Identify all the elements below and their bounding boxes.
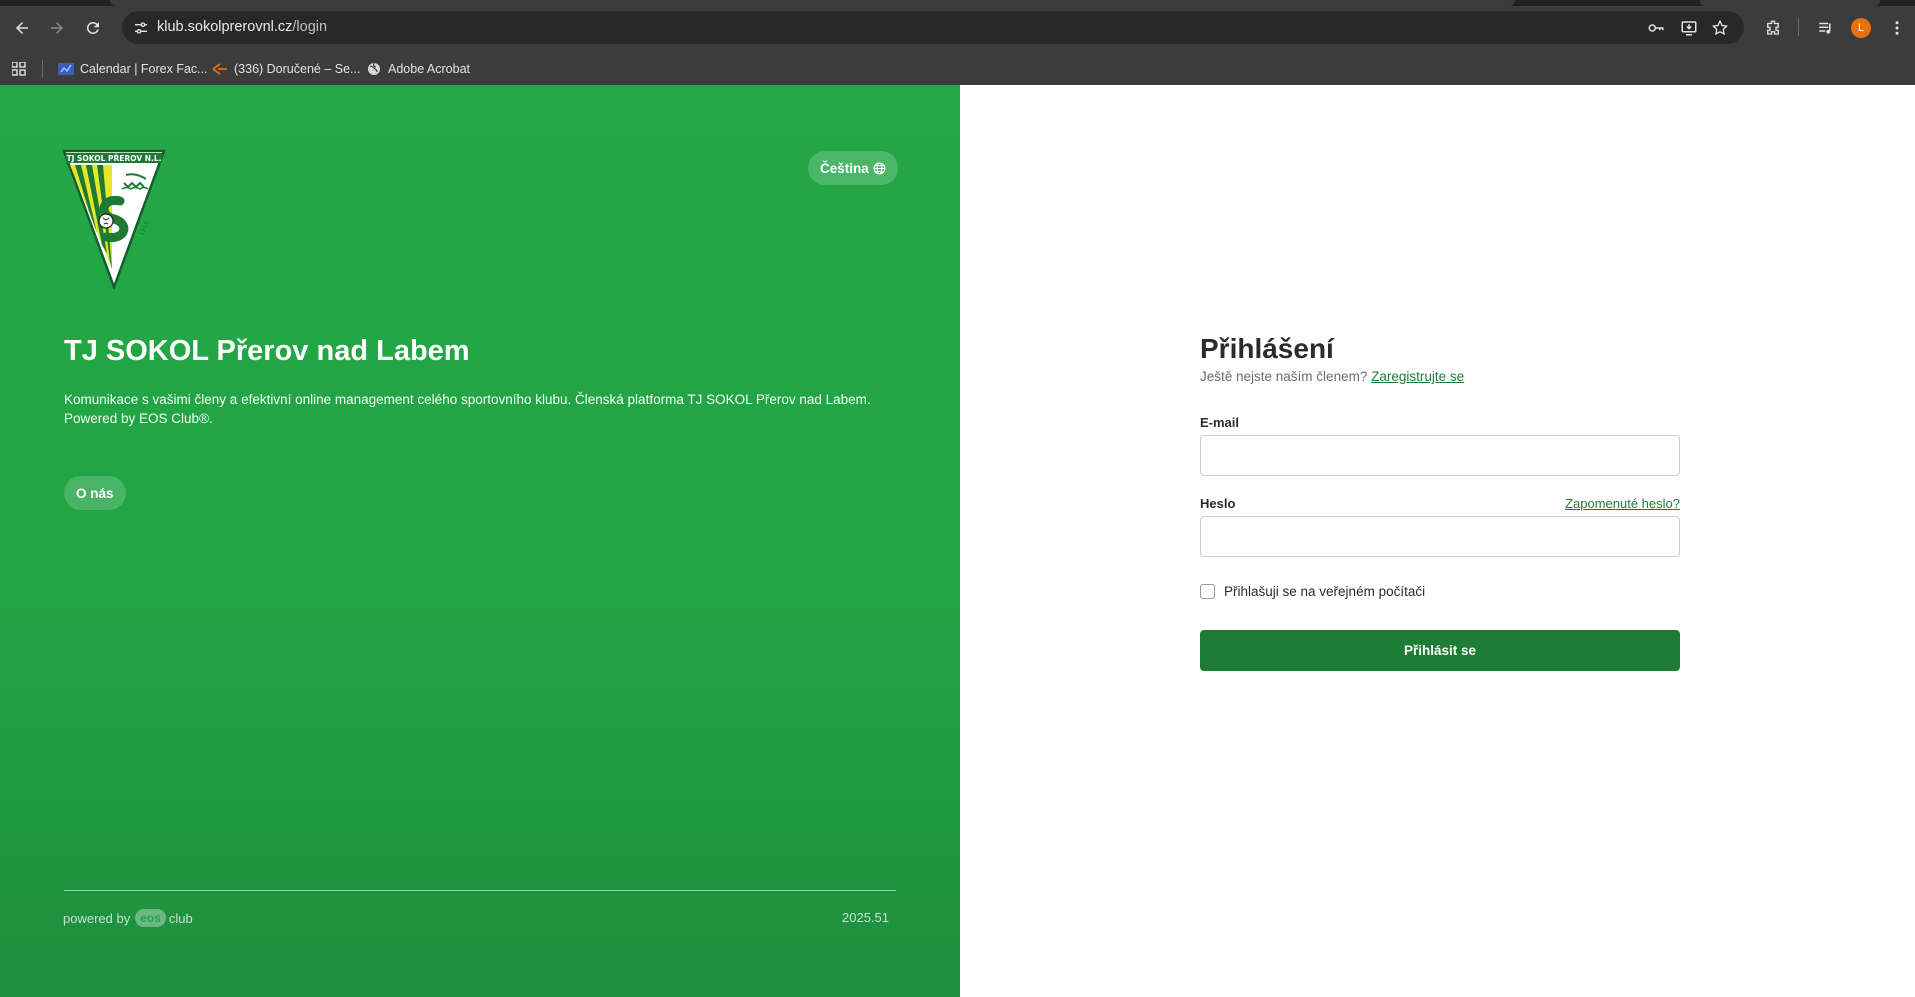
eos-logo: eos	[135, 909, 166, 927]
toolbar-separator	[1798, 18, 1799, 36]
register-prompt: Ještě nejste naším členem? Zaregistrujte…	[1200, 369, 1680, 384]
forgot-password-link[interactable]: Zapomenuté heslo?	[1565, 496, 1680, 511]
password-label-row: Heslo Zapomenuté heslo?	[1200, 496, 1680, 511]
app-version: 2025.51	[842, 910, 889, 925]
footer-divider	[64, 890, 896, 891]
bookmark-mail[interactable]: (336) Doručené – Se...	[212, 59, 360, 79]
club-description: Komunikace s vašimi členy a efektivní on…	[64, 392, 871, 426]
extensions-icon[interactable]	[1762, 17, 1784, 39]
password-label: Heslo	[1200, 496, 1236, 511]
arrow-right-icon	[51, 22, 63, 34]
address-bar[interactable]: klub.sokolprerovnl.cz/login	[122, 11, 1744, 44]
menu-kebab-icon[interactable]	[1886, 17, 1908, 39]
bookmark-label: Calendar | Forex Fac...	[80, 62, 208, 76]
bookmark-forex-factory[interactable]: Calendar | Forex Fac...	[58, 59, 208, 79]
login-form: Přihlášení Ještě nejste naším členem? Za…	[1200, 333, 1680, 671]
bookmarks-separator	[42, 60, 43, 78]
site-settings-icon[interactable]	[128, 15, 153, 40]
club-logo: TJ SOKOL PŘEROV N.L. 1919	[62, 149, 166, 291]
media-controls-icon[interactable]	[1815, 17, 1837, 39]
login-panel: Přihlášení Ještě nejste naším členem? Za…	[960, 85, 1915, 997]
language-button[interactable]: Čeština	[808, 151, 898, 185]
about-us-button[interactable]: O nás	[64, 476, 126, 510]
arrow-left-icon	[16, 22, 28, 34]
not-member-text: Ještě nejste naším členem?	[1200, 369, 1368, 384]
tab-strip	[0, 0, 1915, 6]
password-key-icon[interactable]	[1646, 18, 1666, 38]
email-field[interactable]	[1200, 435, 1680, 476]
email-label: E-mail	[1200, 415, 1240, 430]
mail-icon	[212, 61, 228, 77]
login-title: Přihlášení	[1200, 333, 1334, 364]
email-label-row: E-mail	[1200, 415, 1680, 430]
login-page: TJ SOKOL PŘEROV N.L. 1919 Čeština TJ SOK…	[0, 85, 1915, 997]
public-computer-checkbox[interactable]	[1200, 584, 1215, 599]
globe-icon	[366, 61, 382, 77]
club-word: club	[168, 910, 193, 926]
forward-button[interactable]	[43, 14, 71, 42]
bookmarks-bar: Calendar | Forex Fac... (336) Doručené –…	[0, 54, 1915, 85]
register-link[interactable]: Zaregistrujte se	[1371, 369, 1464, 384]
profile-avatar[interactable]: L	[1851, 18, 1871, 38]
powered-by-eos-club[interactable]: powered by eos club	[63, 907, 193, 929]
install-app-icon[interactable]	[1679, 18, 1699, 38]
globe-icon	[873, 162, 886, 174]
apps-grid-button[interactable]	[11, 59, 33, 79]
svg-text:TJ SOKOL PŘEROV N.L.: TJ SOKOL PŘEROV N.L.	[66, 154, 161, 163]
bookmark-adobe-acrobat[interactable]: Adobe Acrobat	[366, 59, 470, 79]
public-computer-label: Přihlašuji se na veřejném počítači	[1224, 584, 1426, 599]
club-name-heading: TJ SOKOL Přerov nad Labem	[64, 335, 470, 367]
login-submit-button[interactable]: Přihlásit se	[1200, 630, 1680, 671]
browser-chrome: klub.sokolprerovnl.cz/login L Calendar |…	[0, 0, 1915, 85]
public-computer-option[interactable]: Přihlašuji se na veřejném počítači	[1200, 584, 1680, 599]
bookmark-star-icon[interactable]	[1710, 18, 1730, 38]
apps-grid-icon	[11, 61, 27, 77]
bookmark-label: (336) Doručené – Se...	[234, 62, 361, 76]
bookmark-label: Adobe Acrobat	[388, 62, 471, 76]
powered-by-text: powered by	[63, 910, 131, 926]
back-button[interactable]	[8, 14, 36, 42]
login-submit-label: Přihlásit se	[1403, 643, 1477, 658]
forex-factory-icon	[58, 61, 74, 77]
svg-text:1919: 1919	[139, 220, 151, 237]
url-text[interactable]: klub.sokolprerovnl.cz/login	[157, 19, 327, 35]
reload-button[interactable]	[79, 14, 107, 42]
club-hero-panel: TJ SOKOL PŘEROV N.L. 1919 Čeština TJ SOK…	[0, 85, 960, 997]
password-field[interactable]	[1200, 516, 1680, 557]
reload-icon	[86, 21, 99, 34]
about-us-label: O nás	[76, 485, 114, 501]
language-label: Čeština	[820, 160, 869, 176]
